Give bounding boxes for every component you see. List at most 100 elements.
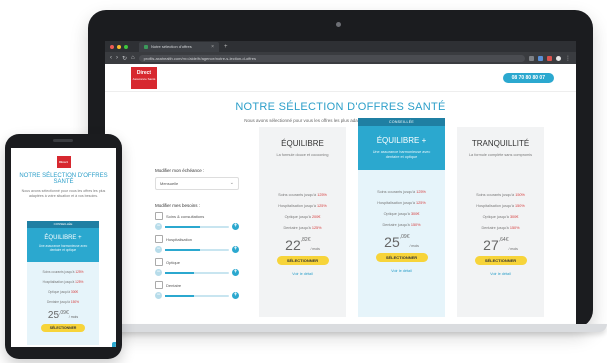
needs-label: Modifier mes besoins : — [155, 203, 201, 208]
offer-price: 25,09€/ mois — [358, 234, 445, 250]
due-select[interactable]: Mensuelle ⌄ — [155, 177, 239, 190]
close-window-icon[interactable] — [110, 44, 114, 49]
phone-screen: Direct NOTRE SÉLECTION D'OFFRES SANTÉ No… — [11, 148, 116, 347]
coverage-value: 125% — [317, 193, 327, 197]
phone-speaker — [53, 139, 73, 142]
offer-detail-link[interactable]: Voir le détail — [259, 272, 346, 276]
brand-logo[interactable]: Direct Assurance Santé — [131, 67, 157, 89]
slider-track[interactable] — [165, 294, 229, 297]
offer-name: ÉQUILIBRE + — [376, 136, 427, 145]
coverage-value: 125% — [317, 204, 327, 208]
coverage-label: Soins courants jusqu'à — [476, 193, 515, 197]
coverage-row: Soins courants jusqu'à 125% — [27, 270, 99, 274]
select-offer-button[interactable]: SÉLECTIONNER — [375, 253, 428, 262]
menu-icon[interactable]: ⋮ — [565, 55, 571, 62]
need-slider[interactable]: − + — [155, 223, 239, 230]
need-icon — [155, 235, 163, 243]
maximize-window-icon[interactable] — [124, 44, 128, 49]
plus-icon[interactable]: + — [232, 269, 239, 276]
offer-name: ÉQUILIBRE — [281, 139, 324, 148]
offer-coverage-list: Soins courants jusqu'à 125% Hospitalisati… — [358, 190, 445, 227]
tab-close-icon[interactable]: × — [211, 43, 214, 51]
slider-track[interactable] — [165, 248, 229, 251]
coverage-value: 150% — [70, 300, 79, 304]
minus-icon[interactable]: − — [155, 246, 162, 253]
coverage-value: 150% — [509, 226, 520, 230]
coverage-label: Optique jusqu'à — [482, 215, 509, 219]
new-tab-icon[interactable]: + — [224, 44, 228, 50]
offer-coverage-list: Soins courants jusqu'à 125% Hospitalisati… — [259, 193, 346, 230]
offer-description: La formule douce et cocooning — [276, 153, 329, 157]
need-slider[interactable]: − + — [155, 246, 239, 253]
coverage-value: 125% — [416, 190, 426, 194]
select-offer-button[interactable]: SÉLECTIONNER — [474, 256, 527, 265]
offer-detail-link[interactable]: Voir le détail — [457, 272, 544, 276]
mobile-page-title: NOTRE SÉLECTION D'OFFRES SANTÉ — [19, 173, 108, 185]
slider-track[interactable] — [165, 225, 229, 228]
reload-icon[interactable]: ↻ — [122, 55, 127, 62]
need-label: Optique — [166, 259, 181, 265]
chevron-down-icon: ⌄ — [229, 180, 234, 186]
need-slider[interactable]: − + — [155, 269, 239, 276]
slider-track[interactable] — [165, 271, 229, 274]
profile-icon[interactable] — [556, 55, 561, 61]
minus-icon[interactable]: − — [155, 223, 162, 230]
offer-card: TRANQUILLITÉ La formule complète sans com… — [457, 127, 544, 317]
mobile-offer-card: CONSEILLÉE ÉQUILIBRE + Une assurance har… — [27, 221, 99, 345]
phone-button[interactable]: 08 70 80 80 07 — [502, 73, 554, 83]
coverage-label: Soins courants jusqu'à — [377, 190, 416, 194]
select-offer-button[interactable]: SÉLECTIONNER — [276, 256, 329, 265]
coverage-row: Hospitalisation jusqu'à 125% — [27, 280, 99, 284]
coverage-row: Dentaire jusqu'à 150% — [358, 223, 445, 227]
coverage-label: Hospitalisation jusqu'à — [278, 204, 316, 208]
back-icon[interactable]: ‹ — [110, 55, 112, 61]
coverage-row: Soins courants jusqu'à 125% — [358, 190, 445, 194]
select-offer-button[interactable]: SÉLECTIONNER — [41, 324, 85, 332]
price-period: / mois — [310, 247, 320, 251]
minimize-window-icon[interactable] — [117, 44, 121, 49]
need-label: Soins & consultations — [166, 213, 205, 219]
offer-name: TRANQUILLITÉ — [471, 139, 530, 148]
coverage-label: Hospitalisation jusqu'à — [476, 204, 514, 208]
coverage-row: Soins courants jusqu'à 150% — [457, 193, 544, 197]
brand-logo-mobile[interactable]: Direct — [56, 156, 71, 168]
forward-icon[interactable]: › — [116, 55, 118, 61]
home-icon[interactable]: ⌂ — [131, 55, 135, 61]
price-period: / mois — [508, 247, 518, 251]
coverage-value: 300€ — [509, 215, 519, 219]
offer-price: 25,09€/ mois — [27, 310, 99, 321]
price-integer: 27 — [483, 237, 499, 253]
offer-header: TRANQUILLITÉ La formule complète sans com… — [457, 127, 544, 173]
logo-subtext: Assurance Santé — [132, 77, 156, 81]
extension-icon[interactable] — [529, 55, 534, 61]
coverage-row: Dentaire jusqu'à 125% — [259, 226, 346, 230]
offer-description: La formule complète sans compromis — [468, 153, 533, 157]
url-field[interactable]: profils.axahealth.com/m=/aide/fr/agence/… — [138, 54, 525, 62]
coverage-value: 150% — [515, 204, 525, 208]
browser-tab[interactable]: Notre sélection d'offres × — [139, 41, 219, 52]
page-subtitle: Nous avons sélectionné pour vous les off… — [244, 118, 437, 123]
plus-icon[interactable]: + — [232, 292, 239, 299]
need-slider[interactable]: − + — [155, 292, 239, 299]
slider-fill — [165, 248, 201, 251]
price-integer: 25 — [47, 310, 60, 321]
price-decimals: ,09€ — [399, 234, 410, 240]
need-label: Hospitalisation — [166, 236, 193, 242]
camera-dot — [336, 22, 341, 27]
need-item: Soins & consultations — [155, 212, 239, 220]
coverage-label: Optique jusqu'à — [383, 212, 410, 216]
minus-icon[interactable]: − — [155, 269, 162, 276]
offer-price: 22,82€ / mois — [259, 237, 346, 253]
coverage-value: 150% — [410, 223, 421, 227]
extension-icon[interactable] — [547, 55, 552, 61]
minus-icon[interactable]: − — [155, 292, 162, 299]
slider-fill — [165, 225, 201, 228]
site-header: Direct Assurance Santé 08 70 80 80 07 — [105, 64, 576, 92]
offer-detail-link[interactable]: Voir le détail — [358, 269, 445, 273]
extension-icon[interactable] — [538, 55, 543, 61]
chat-icon[interactable]: ≡ — [112, 342, 116, 347]
browser-tabbar: Notre sélection d'offres × + — [105, 41, 576, 52]
coverage-label: Dentaire jusqu'à — [481, 226, 509, 230]
plus-icon[interactable]: + — [232, 223, 239, 230]
plus-icon[interactable]: + — [232, 246, 239, 253]
